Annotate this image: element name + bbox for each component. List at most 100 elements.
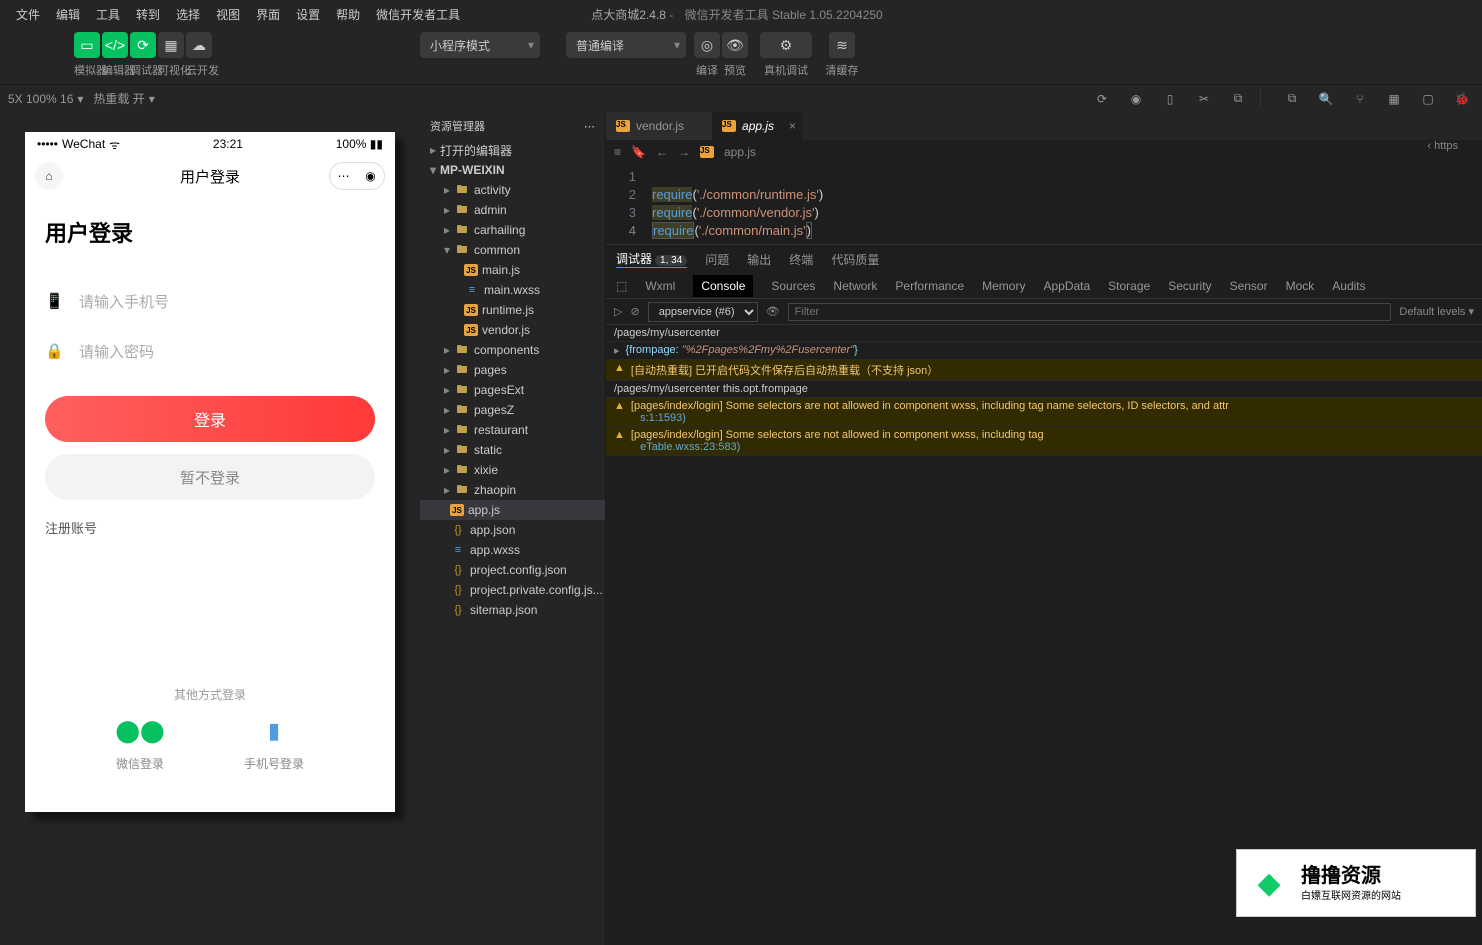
cache-button[interactable]: ≋ [829, 32, 855, 58]
debugger-button[interactable]: ⟳ [130, 32, 156, 58]
search-icon[interactable]: 🔍 [1314, 87, 1338, 111]
reload-select[interactable]: 热重载 开 ▾ [93, 90, 154, 107]
capsule[interactable]: ⋯◉ [329, 162, 385, 190]
file-sitemap[interactable]: {}sitemap.json [420, 600, 605, 620]
breadcrumb-fwd-icon[interactable]: → [678, 145, 690, 159]
file-vendor-js[interactable]: JSvendor.js [420, 320, 605, 340]
devtab-network[interactable]: Network [833, 279, 877, 293]
wechat-login[interactable]: ⬤⬤微信登录 [116, 717, 164, 772]
devtab-performance[interactable]: Performance [895, 279, 964, 293]
skip-login-button[interactable]: 暂不登录 [45, 454, 375, 500]
simulator-button[interactable]: ▭ [74, 32, 100, 58]
capsule-close-icon[interactable]: ◉ [357, 163, 384, 189]
login-button[interactable]: 登录 [45, 396, 375, 442]
outline-link[interactable]: ‹ https [1427, 140, 1458, 152]
devtab-appdata[interactable]: AppData [1043, 279, 1090, 293]
folder-common[interactable]: ▾🖿common [420, 240, 605, 260]
phone-login[interactable]: ▮手机号登录 [244, 717, 304, 772]
devtab-mock[interactable]: Mock [1286, 279, 1315, 293]
bug-icon[interactable]: 🐞 [1450, 87, 1474, 111]
editor-button[interactable]: </> [102, 32, 128, 58]
panel-tab-output[interactable]: 输出 [747, 251, 771, 268]
branch-icon[interactable]: ⑂ [1348, 87, 1372, 111]
menu-help[interactable]: 帮助 [328, 6, 368, 23]
folder-pagesext[interactable]: ▸🖿pagesExt [420, 380, 605, 400]
explorer-more-icon[interactable]: ⋯ [584, 120, 595, 133]
devtab-sensor[interactable]: Sensor [1230, 279, 1268, 293]
file-app-json[interactable]: {}app.json [420, 520, 605, 540]
devtab-security[interactable]: Security [1168, 279, 1211, 293]
close-tab-icon[interactable]: × [789, 119, 796, 133]
phone-input[interactable]: 📱请输入手机号 [45, 276, 375, 326]
console-play-icon[interactable]: ▷ [614, 305, 622, 318]
cut-icon[interactable]: ✂ [1192, 87, 1216, 111]
password-input[interactable]: 🔒请输入密码 [45, 326, 375, 376]
compile-button[interactable]: ◎ [694, 32, 720, 58]
root-folder[interactable]: ▾MP-WEIXIN [420, 160, 605, 180]
console-link[interactable]: eTable.wxss:23:583) [640, 441, 740, 453]
levels-select[interactable]: Default levels ▾ [1399, 305, 1474, 318]
zoom-select[interactable]: 5X 100% 16 ▾ [8, 92, 83, 106]
file-runtime-js[interactable]: JSruntime.js [420, 300, 605, 320]
folder-zhaopin[interactable]: ▸🖿zhaopin [420, 480, 605, 500]
menu-tools[interactable]: 工具 [88, 6, 128, 23]
filter-input[interactable] [788, 303, 1392, 321]
capsule-menu-icon[interactable]: ⋯ [330, 163, 357, 189]
folder-components[interactable]: ▸🖿components [420, 340, 605, 360]
register-link[interactable]: 注册账号 [45, 518, 375, 537]
breadcrumb-path[interactable]: app.js [724, 145, 756, 159]
compile-dropdown[interactable]: 普通编译 [566, 32, 686, 58]
copy-icon[interactable]: ⧉ [1280, 87, 1304, 111]
file-project-private[interactable]: {}project.private.config.js... [420, 580, 605, 600]
menu-file[interactable]: 文件 [8, 6, 48, 23]
devtab-console[interactable]: Console [693, 275, 753, 297]
ext-icon[interactable]: ▦ [1382, 87, 1406, 111]
devtab-wxml[interactable]: Wxml [645, 279, 675, 293]
panel-tab-debugger[interactable]: 调试器1, 34 [616, 250, 687, 268]
breadcrumb-menu-icon[interactable]: ≡ [614, 145, 621, 159]
file-project-config[interactable]: {}project.config.json [420, 560, 605, 580]
menu-interface[interactable]: 界面 [248, 6, 288, 23]
folder-pages[interactable]: ▸🖿pages [420, 360, 605, 380]
mode-dropdown[interactable]: 小程序模式 [420, 32, 540, 58]
folder-activity[interactable]: ▸🖿activity [420, 180, 605, 200]
menu-select[interactable]: 选择 [168, 6, 208, 23]
expand-icon[interactable]: ▸ [614, 344, 620, 357]
panel-tab-quality[interactable]: 代码质量 [831, 251, 879, 268]
record-icon[interactable]: ◉ [1124, 87, 1148, 111]
back-button[interactable]: ⌂ [35, 162, 63, 190]
breadcrumb-bookmark-icon[interactable]: 🔖 [631, 145, 646, 159]
file-app-wxss[interactable]: ≡app.wxss [420, 540, 605, 560]
cloud-button[interactable]: ☁ [186, 32, 212, 58]
devtab-storage[interactable]: Storage [1108, 279, 1150, 293]
open-editors[interactable]: ▸打开的编辑器 [420, 140, 605, 160]
folder-static[interactable]: ▸🖿static [420, 440, 605, 460]
code-editor[interactable]: 1 2require('./common/runtime.js') 3requi… [606, 164, 1482, 244]
device-icon[interactable]: ▯ [1158, 87, 1182, 111]
devtab-sources[interactable]: Sources [771, 279, 815, 293]
refresh-icon[interactable]: ⟳ [1090, 87, 1114, 111]
menu-edit[interactable]: 编辑 [48, 6, 88, 23]
console-link[interactable]: s:1:1593) [640, 412, 686, 424]
menu-devtools[interactable]: 微信开发者工具 [368, 6, 468, 23]
file-main-js[interactable]: JSmain.js [420, 260, 605, 280]
folder-xixie[interactable]: ▸🖿xixie [420, 460, 605, 480]
breadcrumb-back-icon[interactable]: ← [656, 145, 668, 159]
folder-restaurant[interactable]: ▸🖿restaurant [420, 420, 605, 440]
file-main-wxss[interactable]: ≡main.wxss [420, 280, 605, 300]
menu-view[interactable]: 视图 [208, 6, 248, 23]
menu-goto[interactable]: 转到 [128, 6, 168, 23]
menu-settings[interactable]: 设置 [288, 6, 328, 23]
tab-vendor[interactable]: JSvendor.js [606, 112, 712, 140]
console-output[interactable]: /pages/my/usercenter ▸{frompage: "%2Fpag… [606, 325, 1482, 522]
tab-app[interactable]: JSapp.js× [712, 112, 802, 140]
remote-debug-button[interactable]: ⚙ [760, 32, 812, 58]
devtab-inspect-icon[interactable]: ⬚ [616, 279, 627, 293]
file-app-js[interactable]: JSapp.js [420, 500, 605, 520]
panel-tab-problems[interactable]: 问题 [705, 251, 729, 268]
folder-carhailing[interactable]: ▸🖿carhailing [420, 220, 605, 240]
console-clear-icon[interactable]: ⊘ [630, 305, 639, 318]
pop-icon[interactable]: ⧉ [1226, 87, 1250, 111]
folder-pagesz[interactable]: ▸🖿pagesZ [420, 400, 605, 420]
visual-button[interactable]: ▦ [158, 32, 184, 58]
